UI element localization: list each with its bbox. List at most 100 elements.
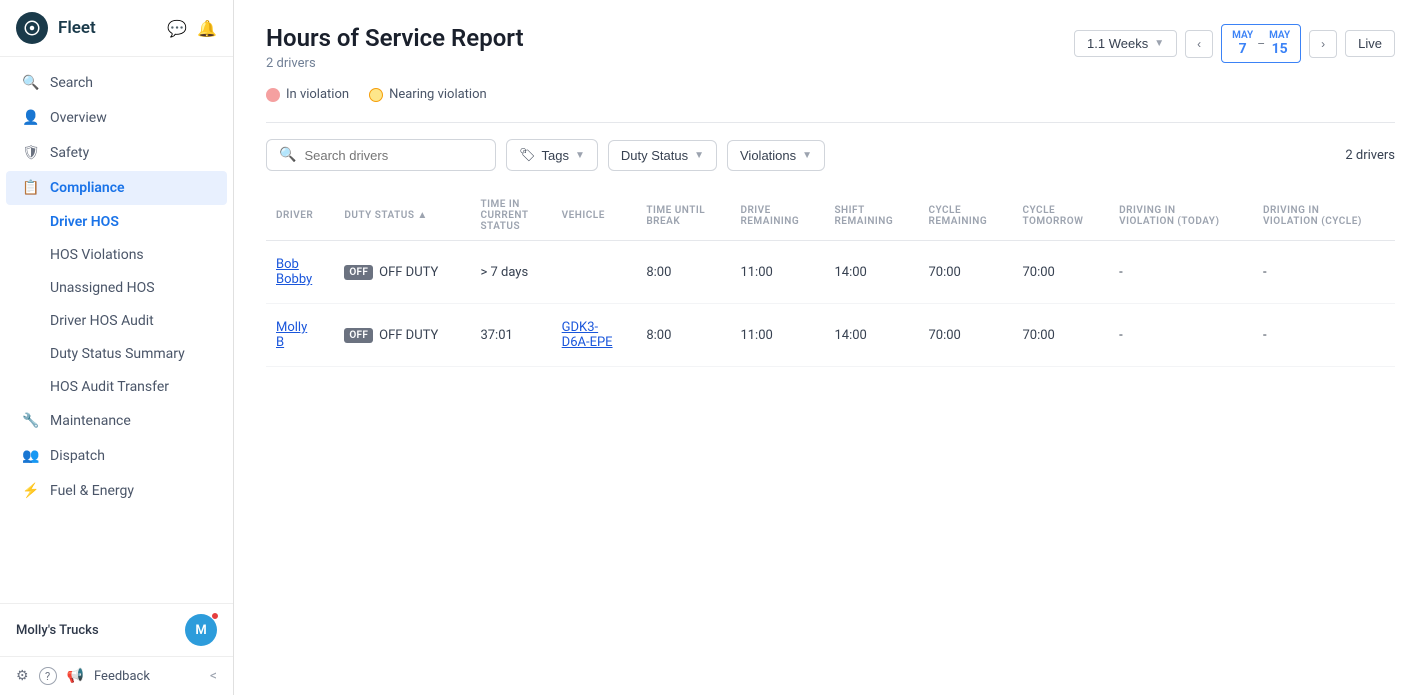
- sidebar-item-dispatch[interactable]: 👥 Dispatch: [6, 439, 227, 473]
- col-shift-remaining: SHIFTREMAINING: [824, 191, 918, 241]
- date-to-month: MAY: [1269, 30, 1290, 41]
- date-from-month: MAY: [1232, 30, 1253, 41]
- user-info: Molly's Trucks: [16, 623, 99, 638]
- filters-row: 🔍 🏷 Tags ▼ Duty Status ▼ Violations ▼ 2 …: [266, 139, 1395, 171]
- col-time-until-break: TIME UNTILBREAK: [636, 191, 730, 241]
- col-duty-status[interactable]: DUTY STATUS ▲: [334, 191, 470, 241]
- sidebar-item-driver-hos-audit[interactable]: Driver HOS Audit: [6, 305, 227, 337]
- sidebar-item-overview[interactable]: 👤 Overview: [6, 101, 227, 135]
- notification-icon[interactable]: 🔔: [197, 19, 217, 38]
- avatar[interactable]: M: [185, 614, 217, 646]
- tags-chevron-icon: ▼: [575, 150, 585, 161]
- search-input[interactable]: [304, 148, 483, 163]
- driver-link-molly[interactable]: MollyB: [276, 320, 307, 350]
- sidebar-item-hos-violations[interactable]: HOS Violations: [6, 239, 227, 271]
- driver-hos-label: Driver HOS: [50, 214, 119, 230]
- footer-toolbar: ⚙ ? 📢 Feedback <: [0, 656, 233, 695]
- search-icon: 🔍: [279, 147, 296, 163]
- message-icon[interactable]: 💬: [167, 19, 187, 38]
- cycle-remaining-bob: 70:00: [918, 241, 1012, 304]
- cycle-remaining-molly: 70:00: [918, 304, 1012, 367]
- sidebar-item-hos-audit-transfer[interactable]: HOS Audit Transfer: [6, 371, 227, 403]
- vehicle-link-molly[interactable]: GDK3-D6A-EPE: [562, 320, 613, 350]
- date-to-day: 15: [1272, 41, 1288, 57]
- table-header: DRIVER DUTY STATUS ▲ TIME INCURRENTSTATU…: [266, 191, 1395, 241]
- col-drive-remaining: DRIVEREMAINING: [730, 191, 824, 241]
- driver-link-bob[interactable]: BobBobby: [276, 257, 312, 287]
- nearing-violation-dot: [369, 88, 383, 102]
- duty-cell-molly: OFF OFF DUTY: [344, 328, 460, 343]
- week-selector-label: 1.1 Weeks: [1087, 36, 1148, 51]
- cycle-tomorrow-bob: 70:00: [1012, 241, 1109, 304]
- drivers-count: 2 drivers: [1345, 148, 1395, 163]
- sidebar-item-safety[interactable]: 🛡 Safety: [6, 136, 227, 170]
- prev-date-button[interactable]: ‹: [1185, 30, 1213, 58]
- unassigned-hos-label: Unassigned HOS: [50, 280, 155, 296]
- hos-audit-transfer-label: HOS Audit Transfer: [50, 379, 169, 395]
- tags-filter[interactable]: 🏷 Tags ▼: [506, 139, 598, 171]
- table-container: DRIVER DUTY STATUS ▲ TIME INCURRENTSTATU…: [266, 191, 1395, 671]
- sidebar-item-unassigned-hos[interactable]: Unassigned HOS: [6, 272, 227, 304]
- shift-remaining-molly: 14:00: [824, 304, 918, 367]
- legend-nearing-violation: Nearing violation: [369, 87, 487, 102]
- maintenance-icon: 🔧: [22, 413, 40, 429]
- sidebar-header: Fleet 💬 🔔: [0, 0, 233, 57]
- week-selector[interactable]: 1.1 Weeks ▼: [1074, 30, 1177, 57]
- table-body: BobBobby OFF OFF DUTY > 7 days 8:00 11:0…: [266, 241, 1395, 367]
- sidebar-header-icons: 💬 🔔: [167, 19, 217, 38]
- driving-violation-cycle-molly: -: [1253, 304, 1395, 367]
- sidebar-item-compliance[interactable]: 📋 Compliance: [6, 171, 227, 205]
- col-driver[interactable]: DRIVER: [266, 191, 334, 241]
- duty-status-label: Duty Status: [621, 148, 688, 163]
- sidebar-item-duty-status-summary[interactable]: Duty Status Summary: [6, 338, 227, 370]
- sidebar-item-overview-label: Overview: [50, 110, 107, 126]
- sidebar-item-maintenance[interactable]: 🔧 Maintenance: [6, 404, 227, 438]
- sidebar-footer: Molly's Trucks M: [0, 603, 233, 656]
- search-box[interactable]: 🔍: [266, 139, 496, 171]
- sidebar-item-search[interactable]: 🔍 Search: [6, 66, 227, 100]
- feedback-label[interactable]: Feedback: [94, 669, 150, 684]
- violations-filter[interactable]: Violations ▼: [727, 140, 825, 171]
- sidebar-item-fuel-energy[interactable]: ⚡ Fuel & Energy: [6, 474, 227, 508]
- sidebar-item-search-label: Search: [50, 75, 93, 91]
- next-date-button[interactable]: ›: [1309, 30, 1337, 58]
- date-range: MAY 7 – MAY 15: [1221, 24, 1301, 63]
- page-subtitle: 2 drivers: [266, 56, 524, 71]
- col-driving-violation-today: DRIVING INVIOLATION (TODAY): [1109, 191, 1253, 241]
- help-icon[interactable]: ?: [39, 667, 57, 685]
- sidebar-item-maintenance-label: Maintenance: [50, 413, 131, 429]
- col-cycle-remaining: CYCLEREMAINING: [918, 191, 1012, 241]
- driving-violation-today-bob: -: [1109, 241, 1253, 304]
- sidebar-nav: 🔍 Search 👤 Overview 🛡 Safety 📋 Complianc…: [0, 57, 233, 603]
- collapse-icon[interactable]: <: [210, 668, 217, 684]
- notification-badge: [211, 612, 219, 620]
- duty-status-filter[interactable]: Duty Status ▼: [608, 140, 717, 171]
- tag-icon: 🏷: [519, 147, 536, 163]
- sidebar: Fleet 💬 🔔 🔍 Search 👤 Overview 🛡 Safety 📋…: [0, 0, 234, 695]
- sidebar-title: Fleet: [58, 18, 157, 38]
- live-button[interactable]: Live: [1345, 30, 1395, 57]
- driving-violation-today-molly: -: [1109, 304, 1253, 367]
- sidebar-item-fuel-energy-label: Fuel & Energy: [50, 483, 134, 499]
- sidebar-item-driver-hos[interactable]: Driver HOS: [6, 206, 227, 238]
- logo-icon: [16, 12, 48, 44]
- table-row: MollyB OFF OFF DUTY 37:01 GDK3-D6A-EPE 8…: [266, 304, 1395, 367]
- status-badge-bob: OFF: [344, 265, 373, 280]
- status-badge-molly: OFF: [344, 328, 373, 343]
- user-name: Molly's Trucks: [16, 623, 99, 638]
- duty-cell-bob: OFF OFF DUTY: [344, 265, 460, 280]
- avatar-letter: M: [195, 623, 206, 638]
- col-cycle-tomorrow: CYCLETOMORROW: [1012, 191, 1109, 241]
- col-time-in-status: TIME INCURRENTSTATUS: [470, 191, 551, 241]
- hos-violations-label: HOS Violations: [50, 247, 144, 263]
- violations-chevron-icon: ▼: [802, 150, 812, 161]
- driver-hos-audit-label: Driver HOS Audit: [50, 313, 154, 329]
- violations-label: Violations: [740, 148, 796, 163]
- col-vehicle: VEHICLE: [552, 191, 637, 241]
- duty-status-chevron-icon: ▼: [694, 150, 704, 161]
- nearing-violation-label: Nearing violation: [389, 87, 487, 102]
- drive-remaining-molly: 11:00: [730, 304, 824, 367]
- main-content: Hours of Service Report 2 drivers 1.1 We…: [234, 0, 1427, 695]
- week-chevron-icon: ▼: [1154, 38, 1164, 49]
- settings-icon[interactable]: ⚙: [16, 668, 29, 684]
